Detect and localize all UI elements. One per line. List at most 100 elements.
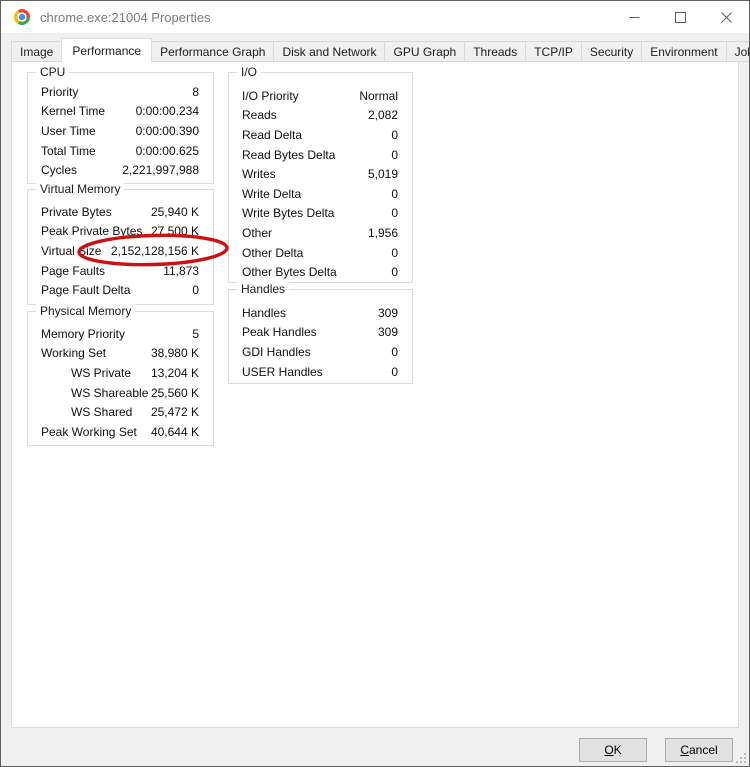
stat-value: 0 (391, 364, 398, 379)
stat-row: Other Delta 0 (229, 243, 412, 263)
stat-label: Reads (242, 108, 277, 123)
tab[interactable]: TCP/IP (525, 41, 582, 62)
close-button[interactable] (703, 1, 749, 33)
stat-value: 25,472 K (150, 405, 199, 420)
stat-value: 5 (192, 326, 199, 341)
stat-label: Peak Private Bytes (41, 224, 143, 239)
tab-label: Performance Graph (160, 45, 266, 59)
tab[interactable]: Performance Graph (151, 41, 275, 62)
tab-label: GPU Graph (393, 45, 457, 59)
stat-label: Virtual Size (41, 243, 102, 258)
stat-row: Virtual Size 2,152,128,156 K (28, 241, 213, 261)
minimize-button[interactable] (611, 1, 657, 33)
stat-value: 309 (377, 305, 398, 320)
group-virtual-memory-title: Virtual Memory (36, 182, 125, 197)
stat-row: Write Delta 0 (229, 184, 412, 204)
tab[interactable]: Security (580, 41, 643, 62)
stat-value: 1,956 (367, 225, 398, 240)
group-handles-title: Handles (237, 282, 290, 297)
group-io-title: I/O (237, 65, 262, 80)
stat-row: Other 1,956 (229, 223, 412, 243)
tab-label: Performance (72, 44, 142, 58)
stat-label: Write Delta (242, 186, 302, 201)
stat-value: 25,940 K (150, 204, 199, 219)
group-virtual-memory-rows: Private Bytes 25,940 K Peak Private Byte… (28, 190, 213, 300)
cancel-label-accel: C (680, 743, 689, 757)
stat-label: Memory Priority (41, 326, 126, 341)
stat-value: 8 (192, 84, 199, 99)
stat-label: I/O Priority (242, 88, 299, 103)
stat-label: User Time (41, 123, 96, 138)
stat-label: Total Time (41, 143, 96, 158)
process-properties-dialog: chrome.exe:21004 Properties Image Perfor… (0, 0, 750, 767)
stat-row: Write Bytes Delta 0 (229, 204, 412, 224)
tab-label: TCP/IP (534, 45, 573, 59)
ok-button[interactable]: OK (579, 738, 647, 762)
group-cpu-title: CPU (36, 65, 70, 80)
tab[interactable]: Job (725, 41, 749, 62)
stat-row: WS Private 13,204 K (28, 363, 213, 383)
close-icon (720, 11, 732, 23)
tab[interactable]: Image (11, 41, 63, 62)
stat-label: Cycles (41, 163, 78, 178)
stat-row: User Time 0:00:00.390 (28, 121, 213, 141)
ok-label-rest: K (613, 743, 622, 757)
stat-label: Page Faults (41, 263, 106, 278)
stat-row: Memory Priority 5 (28, 324, 213, 344)
group-physical-memory-title: Physical Memory (36, 304, 136, 319)
stat-row: Page Fault Delta 0 (28, 280, 213, 300)
stat-row: Peak Working Set 40,644 K (28, 422, 213, 442)
stat-label: Kernel Time (41, 104, 106, 119)
stat-row: Handles 309 (229, 303, 412, 323)
stat-row: USER Handles 0 (229, 362, 412, 382)
stat-row: GDI Handles 0 (229, 342, 412, 362)
ok-label-accel: O (604, 743, 614, 757)
group-cpu: CPU Priority 8 Kernel Time 0:00:00.234 U… (27, 65, 214, 184)
tab-bar: Image Performance Performance Graph Disk… (11, 37, 749, 63)
stat-label: Peak Working Set (41, 424, 137, 439)
stat-value: 0 (391, 206, 398, 221)
stat-value: 0:00:00.234 (135, 104, 199, 119)
stat-row: Working Set 38,980 K (28, 344, 213, 364)
maximize-icon (674, 11, 686, 23)
cancel-button[interactable]: Cancel (665, 738, 733, 762)
tab-label: Job (734, 45, 749, 59)
tab[interactable]: Environment (641, 41, 727, 62)
stat-value: 40,644 K (150, 424, 199, 439)
tab[interactable]: Performance (61, 38, 153, 63)
stat-label: WS Shared (71, 405, 133, 420)
stat-value: Normal (359, 88, 398, 103)
stat-value: 38,980 K (150, 346, 199, 361)
group-io-rows: I/O Priority Normal Reads 2,082 Read Del… (229, 73, 412, 282)
stat-label: Peak Handles (242, 325, 317, 340)
stat-label: Page Fault Delta (41, 283, 131, 298)
stat-value: 2,082 (367, 108, 398, 123)
chrome-app-icon (14, 9, 30, 25)
stat-label: Working Set (41, 346, 107, 361)
resize-grip[interactable] (734, 751, 747, 764)
stat-label: Other Bytes Delta (242, 265, 337, 280)
stat-value: 25,560 K (150, 385, 199, 400)
group-io: I/O I/O Priority Normal Reads 2,082 Read… (228, 65, 413, 283)
stat-label: WS Shareable (71, 385, 149, 400)
tab-label: Environment (650, 45, 718, 59)
stat-row: Private Bytes 25,940 K (28, 202, 213, 222)
titlebar[interactable]: chrome.exe:21004 Properties (1, 1, 749, 33)
group-physical-memory: Physical Memory Memory Priority 5 Workin… (27, 304, 214, 446)
stat-label: GDI Handles (242, 344, 311, 359)
tab[interactable]: GPU Graph (384, 41, 466, 62)
group-virtual-memory: Virtual Memory Private Bytes 25,940 K Pe… (27, 182, 214, 305)
tab[interactable]: Disk and Network (273, 41, 386, 62)
stat-value: 0 (391, 245, 398, 260)
stat-label: Other Delta (242, 245, 304, 260)
maximize-button[interactable] (657, 1, 703, 33)
stat-value: 11,873 (163, 263, 199, 278)
stat-row: Other Bytes Delta 0 (229, 262, 412, 282)
stat-row: Total Time 0:00:00.625 (28, 141, 213, 161)
tab[interactable]: Threads (464, 41, 527, 62)
stat-value: 5,019 (367, 167, 398, 182)
stat-row: Peak Private Bytes 27,500 K (28, 222, 213, 242)
stat-row: WS Shareable 25,560 K (28, 383, 213, 403)
stat-label: WS Private (71, 365, 132, 380)
stat-value: 0 (391, 127, 398, 142)
